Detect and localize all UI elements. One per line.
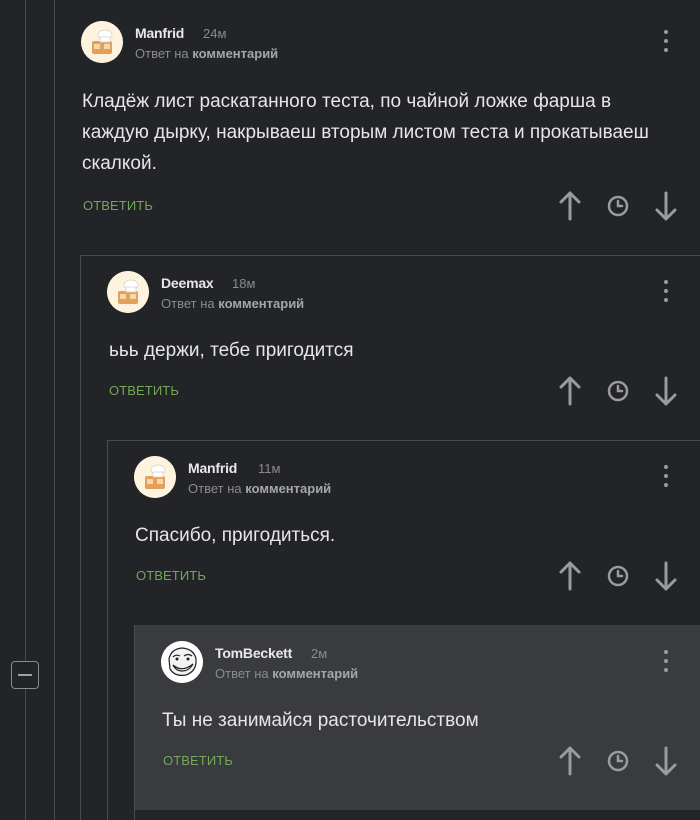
comment-time: 24м	[203, 26, 227, 41]
reply-target-link[interactable]: комментарий	[272, 666, 358, 681]
reply-info: Ответ на комментарий	[188, 481, 331, 496]
arrow-up-icon[interactable]	[555, 189, 585, 223]
comment-text: Спасибо, пригодиться.	[135, 525, 336, 546]
comment: Deemax 18м Ответ на комментарий ььь держ…	[81, 255, 700, 440]
comment: Manfrid 11м Ответ на комментарий Спасибо…	[108, 440, 700, 625]
thread-line	[25, 0, 26, 820]
clock-icon[interactable]	[603, 374, 633, 408]
avatar[interactable]	[134, 456, 176, 498]
comment: Manfrid 24м Ответ на комментарий Кладёж …	[55, 0, 700, 255]
comment-text: Ты не занимайся расточительством	[162, 710, 479, 731]
kebab-menu-icon[interactable]	[661, 30, 671, 56]
reply-target-link[interactable]: комментарий	[245, 481, 331, 496]
comment-actions	[555, 559, 677, 593]
clock-icon[interactable]	[603, 744, 633, 778]
arrow-up-icon[interactable]	[555, 559, 585, 593]
arrow-down-icon[interactable]	[651, 189, 681, 223]
reply-prefix: Ответ на	[161, 296, 215, 311]
comment-time: 11м	[258, 461, 281, 476]
comment-highlighted: TomBeckett 2м Ответ на комментарий Ты не…	[135, 625, 700, 810]
avatar[interactable]	[107, 271, 149, 313]
kebab-menu-icon[interactable]	[661, 650, 671, 676]
comment-text: Кладёж лист раскатанного теста, по чайно…	[82, 91, 649, 174]
clock-icon[interactable]	[603, 189, 633, 223]
author-name[interactable]: Manfrid	[188, 460, 237, 476]
author-name[interactable]: TomBeckett	[215, 645, 292, 661]
author-name[interactable]: Deemax	[161, 275, 214, 291]
reply-info: Ответ на комментарий	[215, 666, 358, 681]
troll-face-icon	[161, 641, 203, 683]
arrow-up-icon[interactable]	[555, 744, 585, 778]
arrow-down-icon[interactable]	[651, 744, 681, 778]
reply-target-link[interactable]: комментарий	[192, 46, 278, 61]
reply-button[interactable]: Ответить	[109, 383, 179, 398]
comment-actions	[555, 374, 677, 408]
comment-text: ььь держи, тебе пригодится	[109, 340, 354, 361]
comment-actions	[555, 189, 677, 223]
reply-button[interactable]: Ответить	[83, 198, 153, 213]
comment-time: 18м	[232, 276, 256, 291]
author-name[interactable]: Manfrid	[135, 25, 184, 41]
avatar[interactable]	[161, 641, 203, 683]
comment-actions	[555, 744, 677, 778]
reply-target-link[interactable]: комментарий	[218, 296, 304, 311]
arrow-up-icon[interactable]	[555, 374, 585, 408]
cook-hat-icon	[107, 271, 149, 313]
reply-button[interactable]: Ответить	[136, 568, 206, 583]
avatar[interactable]	[81, 21, 123, 63]
reply-prefix: Ответ на	[215, 666, 269, 681]
collapse-thread-button[interactable]	[11, 661, 39, 689]
kebab-menu-icon[interactable]	[661, 465, 671, 491]
reply-button[interactable]: Ответить	[163, 753, 233, 768]
kebab-menu-icon[interactable]	[661, 280, 671, 306]
cook-hat-icon	[81, 21, 123, 63]
reply-prefix: Ответ на	[188, 481, 242, 496]
cook-hat-icon	[134, 456, 176, 498]
reply-info: Ответ на комментарий	[135, 46, 278, 61]
comment-time: 2м	[311, 646, 328, 661]
arrow-down-icon[interactable]	[651, 559, 681, 593]
reply-info: Ответ на комментарий	[161, 296, 304, 311]
reply-prefix: Ответ на	[135, 46, 189, 61]
clock-icon[interactable]	[603, 559, 633, 593]
arrow-down-icon[interactable]	[651, 374, 681, 408]
